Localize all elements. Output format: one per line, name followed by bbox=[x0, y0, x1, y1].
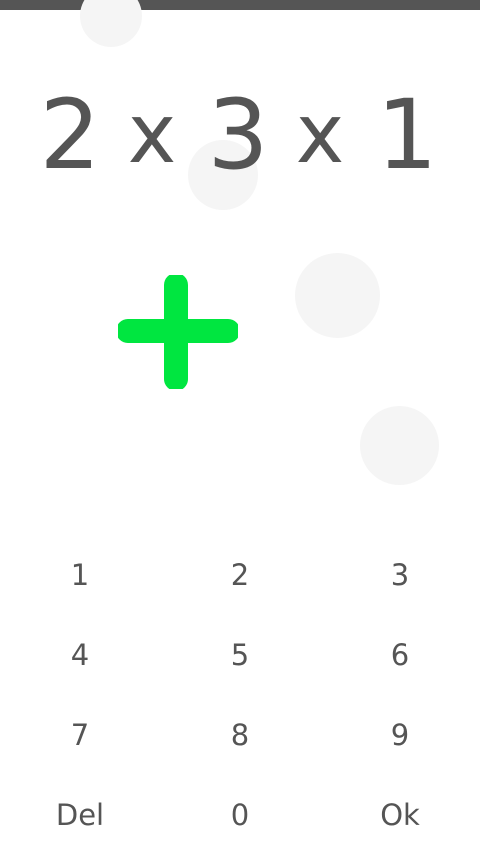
equation-operand: 2 bbox=[39, 79, 101, 191]
key-2[interactable]: 2 bbox=[160, 535, 320, 615]
decorative-bubble bbox=[295, 253, 380, 338]
key-3[interactable]: 3 bbox=[320, 535, 480, 615]
equation-operand: 1 bbox=[376, 79, 438, 191]
plus-icon bbox=[116, 273, 240, 391]
key-4[interactable]: 4 bbox=[0, 615, 160, 695]
key-7[interactable]: 7 bbox=[0, 695, 160, 775]
key-9[interactable]: 9 bbox=[320, 695, 480, 775]
key-5[interactable]: 5 bbox=[160, 615, 320, 695]
decorative-bubble bbox=[80, 0, 142, 47]
delete-button[interactable]: Del bbox=[0, 775, 160, 855]
key-8[interactable]: 8 bbox=[160, 695, 320, 775]
equation-operator: x bbox=[127, 87, 177, 182]
equation-operator: x bbox=[295, 87, 345, 182]
key-0[interactable]: 0 bbox=[160, 775, 320, 855]
equation-operand: 3 bbox=[207, 79, 269, 191]
equation-display: 2 x 3 x 1 bbox=[0, 80, 480, 190]
key-6[interactable]: 6 bbox=[320, 615, 480, 695]
status-bar bbox=[0, 0, 480, 10]
key-1[interactable]: 1 bbox=[0, 535, 160, 615]
ok-button[interactable]: Ok bbox=[320, 775, 480, 855]
number-keypad: 1 2 3 4 5 6 7 8 9 Del 0 Ok bbox=[0, 535, 480, 854]
decorative-bubble bbox=[360, 406, 439, 485]
